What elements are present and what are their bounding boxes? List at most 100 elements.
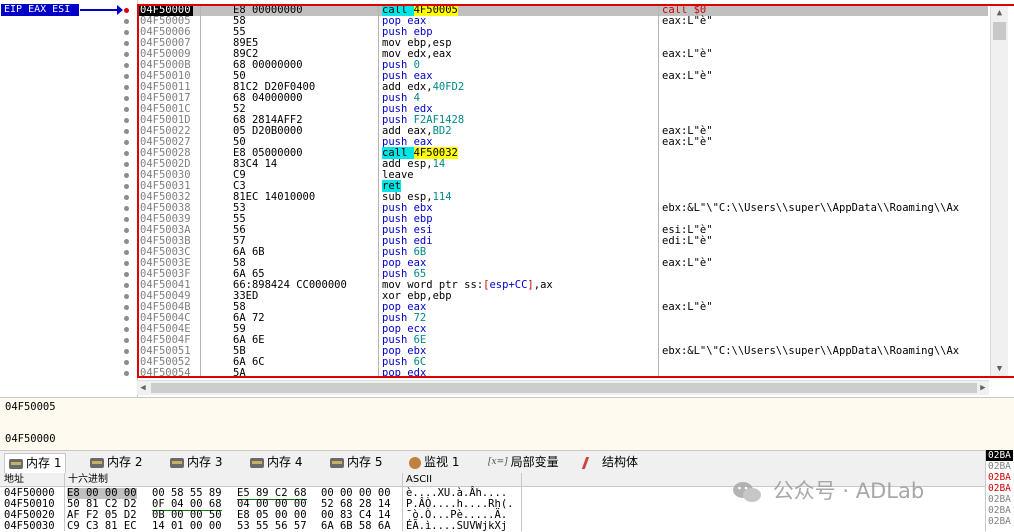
breakpoint-dot-icon[interactable] (124, 184, 129, 189)
breakpoint-dot-icon[interactable] (124, 250, 129, 255)
instruction-token: esp+CC (489, 279, 528, 291)
disasm-row[interactable]: 04F5003B 57 push edi edi:L"è" (137, 236, 988, 247)
breakpoint-dot-icon[interactable] (124, 316, 129, 321)
tab-locals-7[interactable]: [x=] 局部变量 (484, 453, 563, 472)
instruction-text: pop edx (382, 368, 426, 379)
breakpoint-dot-icon[interactable] (124, 360, 129, 365)
dump-header-address[interactable]: 地址 (4, 473, 24, 486)
stack-address[interactable]: 02BA (986, 450, 1013, 461)
info-line: 04F50005 (5, 401, 56, 413)
disasm-row[interactable]: 04F50030 C9 leave (137, 170, 988, 181)
breakpoint-dot-icon[interactable] (124, 85, 129, 90)
tab-memory-2[interactable]: 内存 2 (86, 453, 146, 472)
disassembly-vertical-scrollbar[interactable]: ▲ ▼ (990, 6, 1008, 376)
breakpoint-dot-icon[interactable] (124, 52, 129, 57)
tab-memory-1[interactable]: 内存 1 (4, 453, 67, 473)
disassembly-view[interactable]: 04F50000 E8 00000000 call 4F50005 call $0 04… (137, 4, 988, 378)
disasm-row[interactable]: 04F50022 05 D20B0000 add eax,BD2 eax:L"è" (137, 126, 988, 137)
breakpoint-dot-icon[interactable] (124, 107, 129, 112)
breakpoint-dot-icon[interactable] (124, 217, 129, 222)
scroll-thumb[interactable] (993, 22, 1006, 40)
stack-address[interactable]: 02BA (988, 494, 1011, 505)
stack-address[interactable]: 02BA (988, 472, 1011, 483)
instruction-token: BD2 (432, 125, 452, 137)
breakpoint-dot-icon[interactable] (124, 129, 129, 134)
disasm-row[interactable]: 04F5004E 59 pop ecx (137, 324, 988, 335)
breakpoint-dot-icon[interactable] (124, 349, 129, 354)
breakpoint-dot-icon[interactable] (124, 41, 129, 46)
scroll-thumb[interactable] (151, 383, 977, 393)
instruction-token: 114 (432, 191, 452, 203)
disasm-row[interactable]: 04F50005 58 pop eax eax:L"è" (137, 16, 988, 27)
disasm-row[interactable]: 04F50041 66:898424 CC000000 mov word ptr s… (137, 280, 988, 291)
breakpoint-dot-icon[interactable] (124, 239, 129, 244)
disasm-row[interactable]: 04F50039 55 push ebp (137, 214, 988, 225)
breakpoint-dot-icon[interactable] (124, 30, 129, 35)
disasm-row[interactable]: 04F50006 55 push ebp (137, 27, 988, 38)
breakpoint-dot-icon[interactable] (124, 195, 129, 200)
disasm-row[interactable]: 04F5004B 58 pop eax eax:L"è" (137, 302, 988, 313)
struct-icon (581, 456, 602, 469)
tab-label: 监视 1 (424, 455, 460, 469)
breakpoint-dot-icon[interactable] (124, 151, 129, 156)
column-separator (521, 473, 522, 531)
breakpoint-dot-icon[interactable] (124, 371, 129, 376)
disasm-row[interactable]: 04F5000B 68 00000000 push 0 (137, 60, 988, 71)
stack-address[interactable]: 02BA (988, 516, 1011, 527)
stack-address[interactable]: 02BA (988, 483, 1011, 494)
locals-icon: [x=] (488, 457, 508, 467)
tab-memory-3[interactable]: 内存 3 (166, 453, 226, 472)
breakpoint-dot-icon[interactable] (124, 162, 129, 167)
scroll-up-icon[interactable]: ▲ (991, 6, 1008, 20)
disasm-row[interactable]: 04F50007 89E5 mov ebp,esp (137, 38, 988, 49)
watermark-text: 公众号 · ADLab (772, 479, 925, 503)
instruction-token: 14 (432, 158, 446, 170)
breakpoint-dot-icon[interactable] (124, 173, 129, 178)
breakpoint-dot-icon[interactable] (124, 294, 129, 299)
scroll-down-icon[interactable]: ▼ (991, 362, 1008, 376)
breakpoint-dot-icon[interactable] (124, 261, 129, 266)
tab-memory-4[interactable]: 内存 4 (246, 453, 306, 472)
tab-memory-5[interactable]: 内存 5 (326, 453, 386, 472)
stack-mini-view[interactable]: 02BA 02BA 02BA 02BA 02BA 02BA 02BA (985, 450, 1014, 531)
disasm-row[interactable]: 04F5003A 56 push esi esi:L"è" (137, 225, 988, 236)
breakpoint-dot-icon[interactable] (124, 206, 129, 211)
tab-struct-8[interactable]: 结构体 (580, 453, 642, 472)
disasm-row[interactable]: 04F50017 68 04000000 push 4 (137, 93, 988, 104)
stack-address[interactable]: 02BA (988, 461, 1011, 472)
scroll-left-icon[interactable]: ◀ (137, 381, 149, 395)
disasm-row[interactable]: 04F50000 E8 00000000 call 4F50005 call $0 (137, 4, 988, 16)
disasm-row[interactable]: 04F50038 53 push ebx ebx:&L"\"C:\\Users\\su… (137, 203, 988, 214)
breakpoint-dot-icon[interactable] (124, 305, 129, 310)
breakpoint-dot-icon[interactable] (124, 74, 129, 79)
stack-address[interactable]: 02BA (988, 505, 1011, 516)
disasm-row[interactable]: 04F50054 5A pop edx (137, 367, 988, 379)
dump-header-hex[interactable]: 十六进制 (68, 473, 108, 486)
breakpoint-dot-icon[interactable] (124, 8, 129, 13)
breakpoint-dot-icon[interactable] (124, 338, 129, 343)
breakpoint-dot-icon[interactable] (124, 272, 129, 277)
disasm-row[interactable]: 04F50049 33ED xor ebp,ebp (137, 291, 988, 302)
dump-header-ascii[interactable]: ASCII (406, 473, 432, 486)
scroll-right-icon[interactable]: ▶ (977, 381, 989, 395)
tab-watch-6[interactable]: 监视 1 (405, 453, 463, 472)
dump-hex-group: 53 55 56 57 (237, 520, 307, 532)
eip-arrow-head-icon (117, 5, 123, 15)
disassembly-horizontal-scrollbar[interactable]: ◀ ▶ (137, 380, 989, 395)
breakpoint-dot-icon[interactable] (124, 327, 129, 332)
disasm-row[interactable]: 04F5002D 83C4 14 add esp,14 (137, 159, 988, 170)
breakpoint-dot-icon[interactable] (124, 63, 129, 68)
disasm-row[interactable]: 04F5003C 6A 6B push 6B (137, 247, 988, 258)
breakpoint-dot-icon[interactable] (124, 283, 129, 288)
breakpoint-dot-icon[interactable] (124, 140, 129, 145)
disasm-row[interactable]: 04F50052 6A 6C push 6C (137, 357, 988, 368)
breakpoint-dot-icon[interactable] (124, 19, 129, 24)
breakpoint-dot-icon[interactable] (124, 228, 129, 233)
instruction-bytes: 5A (233, 367, 246, 379)
instruction-comment: eax:L"è" (662, 48, 713, 60)
disasm-row[interactable]: 04F5003E 58 pop eax eax:L"è" (137, 258, 988, 269)
breakpoint-dot-icon[interactable] (124, 118, 129, 123)
disasm-row[interactable]: 04F5004C 6A 72 push 72 (137, 313, 988, 324)
breakpoint-dot-icon[interactable] (124, 96, 129, 101)
disasm-row[interactable]: 04F50051 5B pop ebx ebx:&L"\"C:\\Users\\sup… (137, 346, 988, 357)
